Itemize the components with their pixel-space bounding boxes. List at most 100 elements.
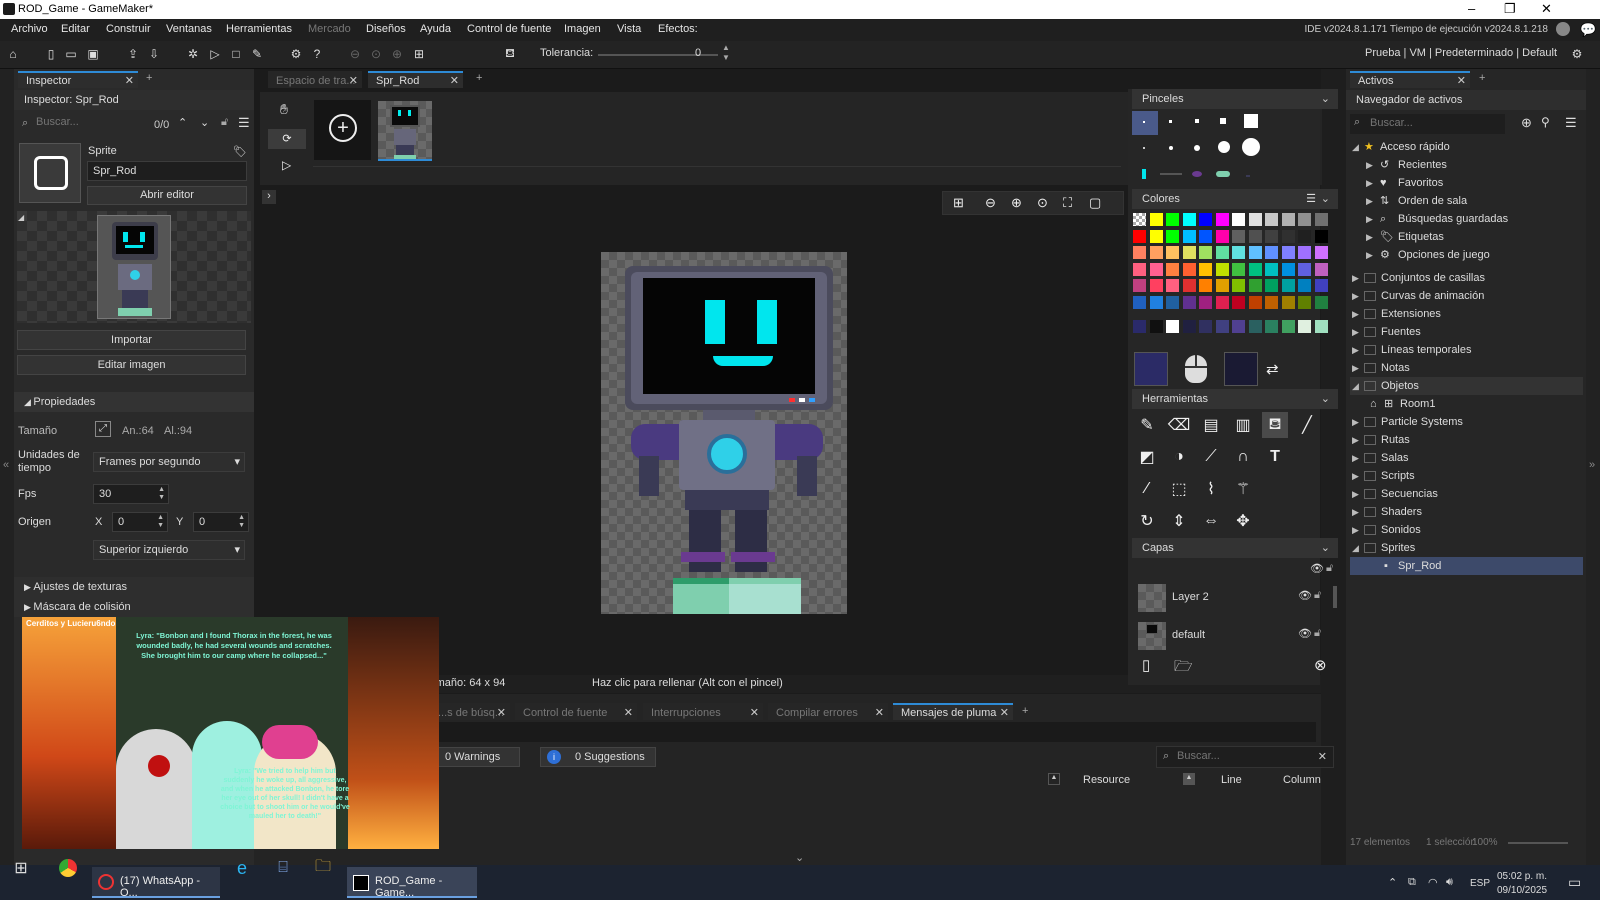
expand-layers-icon[interactable]: ›	[262, 190, 276, 204]
color-swatch[interactable]	[1298, 295, 1311, 309]
chrome-icon[interactable]	[55, 855, 81, 881]
origin-y-input[interactable]: 0 ▲ ▼	[193, 512, 249, 532]
color-swatch[interactable]	[1149, 229, 1163, 243]
color-swatch[interactable]	[1182, 320, 1196, 333]
home-icon[interactable]: ⌂	[4, 45, 22, 63]
menu-construir[interactable]: Construir	[106, 23, 151, 35]
color-swatch[interactable]	[1298, 229, 1311, 243]
magic-wand-tool-icon[interactable]: ⚚	[1230, 476, 1256, 502]
hand-tool-icon[interactable]: ✋︎	[280, 101, 288, 118]
column-resource[interactable]: Resource	[1083, 774, 1130, 786]
fill-bucket-icon[interactable]: ⛾	[501, 45, 519, 63]
color-swatch[interactable]	[1199, 279, 1212, 292]
new-layer-icon[interactable]: ▯	[1142, 656, 1150, 674]
color-swatch[interactable]	[1298, 262, 1311, 276]
open-editor-button[interactable]: Abrir editor	[87, 186, 247, 205]
output-search-input[interactable]	[1177, 750, 1307, 762]
brush-square-large[interactable]	[1244, 114, 1258, 128]
tag-icon[interactable]: 🏷︎	[233, 145, 247, 158]
column-line[interactable]: Line	[1221, 774, 1242, 786]
asset-zoom-slider[interactable]	[1508, 842, 1568, 844]
color-swatch[interactable]	[1265, 279, 1278, 292]
new-project-icon[interactable]: ▯	[42, 45, 60, 63]
add-tab-icon[interactable]: +	[1479, 72, 1485, 84]
wifi-icon[interactable]: ◠	[1428, 876, 1438, 889]
color-swatch[interactable]	[1281, 320, 1295, 333]
zoom-in-icon[interactable]: ⊕	[1011, 195, 1022, 211]
layer-folder-icon[interactable]: 🗁︎	[1174, 656, 1193, 681]
color-swatch[interactable]	[1182, 229, 1196, 243]
clock-date[interactable]: 09/10/2025	[1497, 885, 1547, 896]
tab-assets[interactable]: Activos ✕	[1350, 71, 1470, 88]
sprite-canvas[interactable]	[601, 252, 847, 614]
tree-timelines[interactable]: ▶ Líneas temporales	[1350, 341, 1583, 359]
brushes-header[interactable]: Pinceles ⌄	[1132, 89, 1338, 109]
grid-icon[interactable]: ⊞	[410, 45, 428, 63]
select-rect-tool-icon[interactable]: ⬚	[1166, 476, 1192, 502]
tree-fonts[interactable]: ▶ Fuentes	[1350, 323, 1583, 341]
layer-row[interactable]: default 👁︎ 🔓︎	[1134, 618, 1330, 654]
primary-color-swatch[interactable]	[1134, 352, 1168, 386]
tolerance-value[interactable]: 0	[695, 47, 701, 59]
fit-screen-icon[interactable]: ⛶	[1063, 195, 1072, 211]
close-icon[interactable]: ✕	[450, 73, 459, 90]
ellipse-tool-icon[interactable]: ◑	[1166, 444, 1192, 470]
color-swatch[interactable]	[1215, 295, 1229, 309]
search-next-icon[interactable]: ⌄	[200, 116, 209, 129]
color-swatch[interactable]	[1281, 246, 1295, 259]
color-swatch[interactable]	[1298, 246, 1311, 259]
run-icon[interactable]: ▷	[206, 45, 224, 63]
target-config[interactable]: Prueba | VM | Predeterminado | Default	[1365, 47, 1557, 59]
target-gear-icon[interactable]: ⚙	[1568, 45, 1586, 63]
tree-rooms[interactable]: ▶ Salas	[1350, 449, 1583, 467]
color-swatch[interactable]	[1182, 213, 1196, 226]
tab-feather-messages[interactable]: Mensajes de pluma ✕	[893, 703, 1013, 720]
color-swatch[interactable]	[1149, 262, 1163, 276]
color-swatch[interactable]	[1232, 262, 1245, 276]
brush-3px[interactable]	[1195, 119, 1199, 123]
asset-search-input[interactable]	[1370, 117, 1500, 129]
brush-2px[interactable]	[1169, 120, 1172, 123]
tree-notes[interactable]: ▶ Notas	[1350, 359, 1583, 377]
debug-icon[interactable]: ✲	[184, 45, 202, 63]
tools-header[interactable]: Herramientas ⌄	[1132, 389, 1338, 409]
grid-toggle-icon[interactable]: ⊞	[953, 195, 964, 211]
properties-header[interactable]: ◢ Propiedades	[14, 392, 254, 412]
minimize-button[interactable]: –	[1468, 1, 1475, 16]
menu-archivo[interactable]: Archivo	[11, 23, 48, 35]
tree-sequences[interactable]: ▶ Secuencias	[1350, 485, 1583, 503]
taskbar-gamemaker[interactable]: ROD_Game - Game...	[347, 867, 477, 899]
brush-1px[interactable]	[1132, 111, 1158, 135]
lock-icon[interactable]: 🔓︎	[1326, 562, 1333, 575]
stop-icon[interactable]: □	[227, 45, 245, 63]
brush-custom-3[interactable]	[1192, 171, 1202, 177]
chat-icon[interactable]: 💬	[1580, 22, 1596, 38]
menu-ayuda[interactable]: Ayuda	[420, 23, 451, 35]
collapse-left-icon[interactable]: «	[3, 459, 9, 471]
color-swatch[interactable]	[1281, 279, 1295, 292]
close-icon[interactable]: ✕	[125, 73, 134, 90]
color-swatch[interactable]	[1281, 262, 1295, 276]
swap-colors-icon[interactable]: ⇄	[1266, 360, 1279, 378]
color-swatch[interactable]	[1232, 213, 1245, 226]
delete-layer-icon[interactable]: ⊗	[1314, 656, 1327, 674]
brush-custom-2[interactable]	[1160, 173, 1182, 175]
color-swatch[interactable]	[1199, 246, 1212, 259]
color-swatch[interactable]	[1232, 295, 1245, 309]
color-swatch[interactable]	[1199, 229, 1212, 243]
brush-round-5[interactable]	[1242, 138, 1260, 156]
rotate-tool-icon[interactable]: ↻	[1134, 508, 1160, 534]
tree-sprites[interactable]: ◢ Sprites	[1350, 539, 1583, 557]
time-units-select[interactable]: Frames por segundo ▾	[93, 452, 245, 472]
color-swatch[interactable]	[1248, 229, 1262, 243]
color-swatch[interactable]	[1265, 213, 1278, 226]
color-swatch[interactable]	[1248, 246, 1262, 259]
color-swatch[interactable]	[1248, 213, 1262, 226]
color-swatch[interactable]	[1133, 262, 1146, 276]
menu-ventanas[interactable]: Ventanas	[166, 23, 212, 35]
color-swatch[interactable]	[1166, 320, 1179, 333]
menu-icon[interactable]: ☰	[238, 115, 250, 131]
color-swatch[interactable]	[1298, 213, 1311, 226]
color-swatch[interactable]	[1281, 213, 1295, 226]
brush-custom-1[interactable]	[1142, 169, 1146, 179]
